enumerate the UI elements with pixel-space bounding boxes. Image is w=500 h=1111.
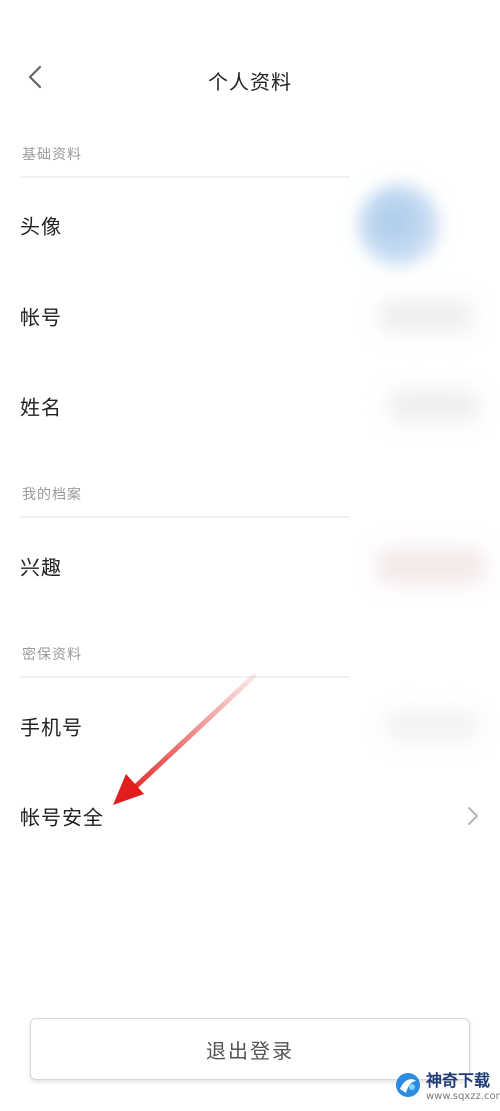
- section-label-profile: 我的档案: [22, 487, 82, 503]
- row-label-name: 姓名: [20, 395, 62, 420]
- row-label-account: 帐号: [20, 305, 62, 330]
- account-value-blurred: [378, 300, 474, 332]
- chevron-right-icon: [466, 806, 480, 826]
- watermark: 神奇下载 www.sqxzz.com: [394, 1066, 500, 1108]
- row-avatar[interactable]: 头像: [0, 184, 500, 266]
- phone-value-blurred: [384, 710, 480, 742]
- section-divider: [20, 176, 350, 178]
- logout-label: 退出登录: [206, 1038, 294, 1063]
- page-title: 个人资料: [208, 70, 292, 94]
- section-label-security: 密保资料: [22, 647, 82, 663]
- row-phone[interactable]: 手机号: [0, 686, 500, 766]
- row-label-phone: 手机号: [20, 715, 83, 740]
- section-divider: [20, 516, 350, 518]
- row-label-account-security: 帐号安全: [20, 805, 104, 830]
- interests-value-blurred: [376, 548, 486, 584]
- row-account[interactable]: 帐号: [0, 276, 500, 356]
- top-bar: 个人资料: [0, 40, 500, 120]
- brand-logo-icon: [394, 1071, 422, 1103]
- watermark-url: www.sqxzz.com: [426, 1090, 500, 1102]
- watermark-name: 神奇下载: [426, 1070, 491, 1090]
- section-label-basic: 基础资料: [22, 147, 82, 163]
- row-name[interactable]: 姓名: [0, 366, 500, 446]
- name-value-blurred: [388, 390, 480, 422]
- row-label-interests: 兴趣: [20, 555, 62, 580]
- row-label-avatar: 头像: [20, 214, 62, 239]
- section-divider: [20, 676, 350, 678]
- profile-page: 个人资料 基础资料 头像 帐号 姓名 我的档案 兴趣 密保资料 手机号 帐号安全: [0, 0, 500, 1111]
- row-account-security[interactable]: 帐号安全: [0, 776, 500, 856]
- row-interests[interactable]: 兴趣: [0, 526, 500, 606]
- avatar: [358, 184, 440, 266]
